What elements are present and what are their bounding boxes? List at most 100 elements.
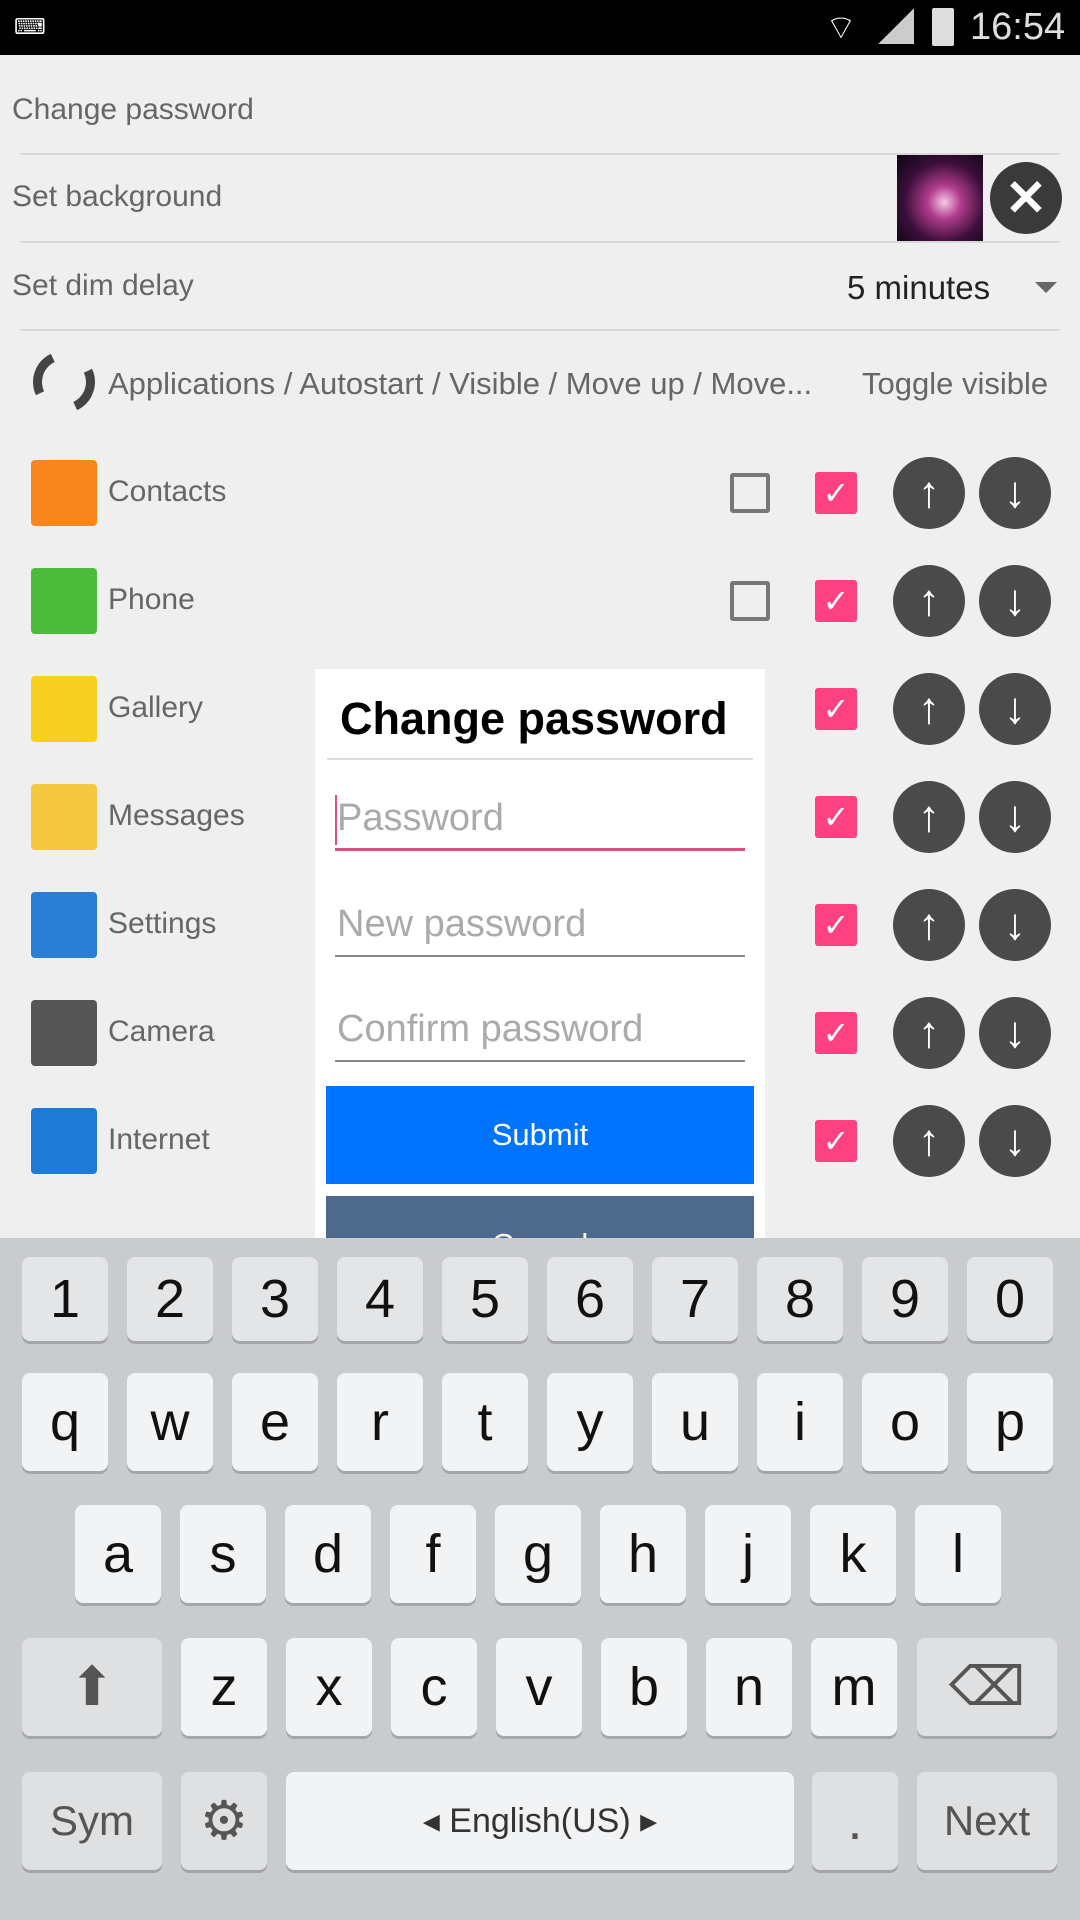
password-placeholder: Password [337, 797, 504, 839]
key-i[interactable]: i [757, 1373, 843, 1471]
space-key[interactable]: ◂ English(US) ▸ [286, 1772, 794, 1870]
key-8[interactable]: 8 [757, 1257, 843, 1341]
key-t[interactable]: t [442, 1373, 528, 1471]
shift-key[interactable]: ⬆ [22, 1638, 162, 1736]
wifi-icon: ⌔ [825, 9, 857, 47]
key-6[interactable]: 6 [547, 1257, 633, 1341]
shift-icon: ⬆ [69, 1657, 115, 1717]
visible-checkbox[interactable]: ✓ [815, 796, 857, 838]
confirm-password-input[interactable]: Confirm password [335, 1002, 745, 1062]
key-c[interactable]: c [391, 1638, 477, 1736]
move-down-button[interactable]: ↓ [979, 889, 1051, 961]
background-thumbnail[interactable] [897, 155, 983, 241]
settings-key[interactable]: ⚙ [181, 1772, 267, 1870]
app-label: Phone [108, 583, 195, 616]
key-z[interactable]: z [181, 1638, 267, 1736]
app-label: Contacts [108, 475, 227, 508]
dim-delay-dropdown[interactable]: 5 minutes [830, 264, 1060, 310]
key-f[interactable]: f [390, 1505, 476, 1603]
key-3[interactable]: 3 [232, 1257, 318, 1341]
key-d[interactable]: d [285, 1505, 371, 1603]
move-up-button[interactable]: ↑ [893, 565, 965, 637]
refresh-icon[interactable] [24, 342, 104, 422]
submit-button[interactable]: Submit [326, 1086, 754, 1184]
autostart-checkbox[interactable] [730, 581, 770, 621]
change-password-setting[interactable]: Change password [12, 93, 254, 127]
key-y[interactable]: y [547, 1373, 633, 1471]
move-up-button[interactable]: ↑ [893, 1105, 965, 1177]
keyboard-icon: ⌨ [14, 14, 46, 39]
check-icon: ✓ [822, 1123, 850, 1159]
clear-background-button[interactable]: ✕ [990, 162, 1062, 234]
new-password-input[interactable]: New password [335, 897, 745, 957]
visible-checkbox[interactable]: ✓ [815, 1120, 857, 1162]
key-m[interactable]: m [811, 1638, 897, 1736]
key-1[interactable]: 1 [22, 1257, 108, 1341]
divider [20, 241, 1060, 243]
key-h[interactable]: h [600, 1505, 686, 1603]
key-b[interactable]: b [601, 1638, 687, 1736]
arrow-left-icon: ◂ [422, 1802, 450, 1840]
autostart-checkbox[interactable] [730, 473, 770, 513]
arrow-right-icon: ▸ [630, 1802, 658, 1840]
key-v[interactable]: v [496, 1638, 582, 1736]
key-5[interactable]: 5 [442, 1257, 528, 1341]
move-up-button[interactable]: ↑ [893, 889, 965, 961]
key-x[interactable]: x [286, 1638, 372, 1736]
key-p[interactable]: p [967, 1373, 1053, 1471]
move-down-button[interactable]: ↓ [979, 565, 1051, 637]
key-j[interactable]: j [705, 1505, 791, 1603]
dim-delay-value: 5 minutes [847, 269, 991, 306]
password-input[interactable]: Password [335, 791, 745, 851]
visible-checkbox[interactable]: ✓ [815, 904, 857, 946]
language-label: English(US) [449, 1802, 631, 1840]
key-o[interactable]: o [862, 1373, 948, 1471]
toggle-visible-button[interactable]: Toggle visible [862, 366, 1048, 402]
period-key[interactable]: . [812, 1772, 898, 1870]
key-w[interactable]: w [127, 1373, 213, 1471]
signal-icon [878, 8, 914, 44]
key-l[interactable]: l [915, 1505, 1001, 1603]
arrow-up-icon: ↑ [918, 900, 940, 949]
app-label: Camera [108, 1015, 215, 1048]
move-up-button[interactable]: ↑ [893, 781, 965, 853]
move-down-button[interactable]: ↓ [979, 673, 1051, 745]
key-9[interactable]: 9 [862, 1257, 948, 1341]
check-icon: ✓ [822, 1015, 850, 1051]
key-7[interactable]: 7 [652, 1257, 738, 1341]
confirm-password-placeholder: Confirm password [337, 1008, 644, 1050]
arrow-down-icon: ↓ [1004, 792, 1026, 841]
key-k[interactable]: k [810, 1505, 896, 1603]
set-background-setting[interactable]: Set background [12, 180, 222, 214]
visible-checkbox[interactable]: ✓ [815, 1012, 857, 1054]
key-e[interactable]: e [232, 1373, 318, 1471]
keyboard: 1 2 3 4 5 6 7 8 9 0 q w e r t y u i o p a s d f g h j k l ⬆ z x c v b n m ⌫ Sy… [0, 1238, 1080, 1920]
backspace-key[interactable]: ⌫ [917, 1638, 1057, 1736]
key-g[interactable]: g [495, 1505, 581, 1603]
visible-checkbox[interactable]: ✓ [815, 688, 857, 730]
move-down-button[interactable]: ↓ [979, 457, 1051, 529]
next-key[interactable]: Next [917, 1772, 1057, 1870]
key-r[interactable]: r [337, 1373, 423, 1471]
move-down-button[interactable]: ↓ [979, 781, 1051, 853]
sym-key[interactable]: Sym [22, 1772, 162, 1870]
move-up-button[interactable]: ↑ [893, 997, 965, 1069]
move-up-button[interactable]: ↑ [893, 673, 965, 745]
move-up-button[interactable]: ↑ [893, 457, 965, 529]
key-a[interactable]: a [75, 1505, 161, 1603]
move-down-button[interactable]: ↓ [979, 1105, 1051, 1177]
app-label: Messages [108, 799, 245, 832]
app-label: Settings [108, 907, 217, 940]
move-down-button[interactable]: ↓ [979, 997, 1051, 1069]
key-q[interactable]: q [22, 1373, 108, 1471]
key-u[interactable]: u [652, 1373, 738, 1471]
new-password-placeholder: New password [337, 903, 587, 945]
key-4[interactable]: 4 [337, 1257, 423, 1341]
visible-checkbox[interactable]: ✓ [815, 472, 857, 514]
key-s[interactable]: s [180, 1505, 266, 1603]
key-0[interactable]: 0 [967, 1257, 1053, 1341]
key-n[interactable]: n [706, 1638, 792, 1736]
app-icon [31, 892, 97, 958]
visible-checkbox[interactable]: ✓ [815, 580, 857, 622]
key-2[interactable]: 2 [127, 1257, 213, 1341]
